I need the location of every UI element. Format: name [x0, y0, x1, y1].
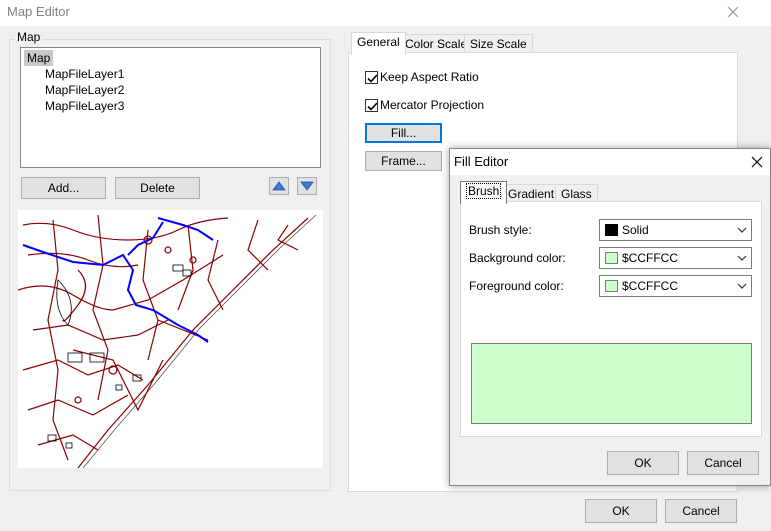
move-down-button[interactable] [297, 177, 317, 195]
color-swatch [605, 224, 618, 236]
arrow-up-icon [272, 181, 286, 191]
layer-tree[interactable]: Map MapFileLayer1 MapFileLayer2 MapFileL… [20, 47, 321, 168]
ok-button[interactable]: OK [585, 499, 657, 523]
check-icon [367, 74, 378, 83]
fill-ok-button[interactable]: OK [607, 451, 679, 475]
tab-size-scale[interactable]: Size Scale [464, 34, 533, 54]
background-color-value: $CCFFCC [622, 251, 678, 265]
brush-style-combo[interactable]: Solid [599, 219, 752, 241]
move-up-button[interactable] [269, 177, 289, 195]
tab-general[interactable]: General [351, 32, 406, 55]
map-group-label: Map [15, 30, 43, 44]
chevron-down-icon [737, 255, 747, 261]
mercator-projection-label[interactable]: Mercator Projection [380, 98, 484, 112]
tab-color-scale[interactable]: Color Scale [399, 34, 474, 54]
check-icon [367, 102, 378, 111]
fill-editor-title-bar: Fill Editor [450, 149, 770, 175]
foreground-color-value: $CCFFCC [622, 279, 678, 293]
fill-button[interactable]: Fill... [365, 123, 442, 143]
chevron-down-icon [737, 283, 747, 289]
arrow-down-icon [300, 181, 314, 191]
fill-preview [471, 343, 752, 424]
chevron-down-icon [737, 227, 747, 233]
tree-item-root[interactable]: Map [24, 50, 54, 66]
delete-button[interactable]: Delete [115, 177, 200, 199]
map-drawing [17, 214, 317, 469]
keep-aspect-ratio-checkbox[interactable] [365, 71, 378, 84]
fill-editor-title: Fill Editor [454, 154, 509, 169]
close-icon[interactable] [748, 153, 766, 171]
brush-style-value: Solid [622, 223, 649, 237]
tree-item-layer[interactable]: MapFileLayer3 [45, 98, 124, 114]
frame-button[interactable]: Frame... [365, 151, 442, 171]
background-color-label: Background color: [469, 251, 566, 265]
foreground-color-label: Foreground color: [469, 279, 564, 293]
brush-style-label: Brush style: [469, 223, 532, 237]
title-bar: Map Editor [0, 0, 771, 26]
window-title: Map Editor [7, 4, 70, 19]
color-swatch [605, 252, 618, 264]
tab-brush-label: Brush [466, 183, 502, 199]
mercator-projection-checkbox[interactable] [365, 99, 378, 112]
background-color-combo[interactable]: $CCFFCC [599, 247, 752, 269]
map-preview [17, 210, 323, 469]
color-swatch [605, 280, 618, 292]
cancel-button[interactable]: Cancel [665, 499, 737, 523]
keep-aspect-ratio-label[interactable]: Keep Aspect Ratio [380, 70, 479, 84]
tab-brush[interactable]: Brush [460, 181, 508, 204]
fill-editor-dialog: Fill Editor Brush Gradient Glass Brush s… [449, 148, 771, 486]
fill-cancel-button[interactable]: Cancel [687, 451, 759, 475]
tree-item-layer[interactable]: MapFileLayer2 [45, 82, 124, 98]
add-button[interactable]: Add... [21, 177, 106, 199]
tree-item-layer[interactable]: MapFileLayer1 [45, 66, 124, 82]
close-icon[interactable] [724, 3, 742, 21]
foreground-color-combo[interactable]: $CCFFCC [599, 275, 752, 297]
brush-tab-panel: Brush style: Solid Background color: $CC… [460, 201, 762, 437]
